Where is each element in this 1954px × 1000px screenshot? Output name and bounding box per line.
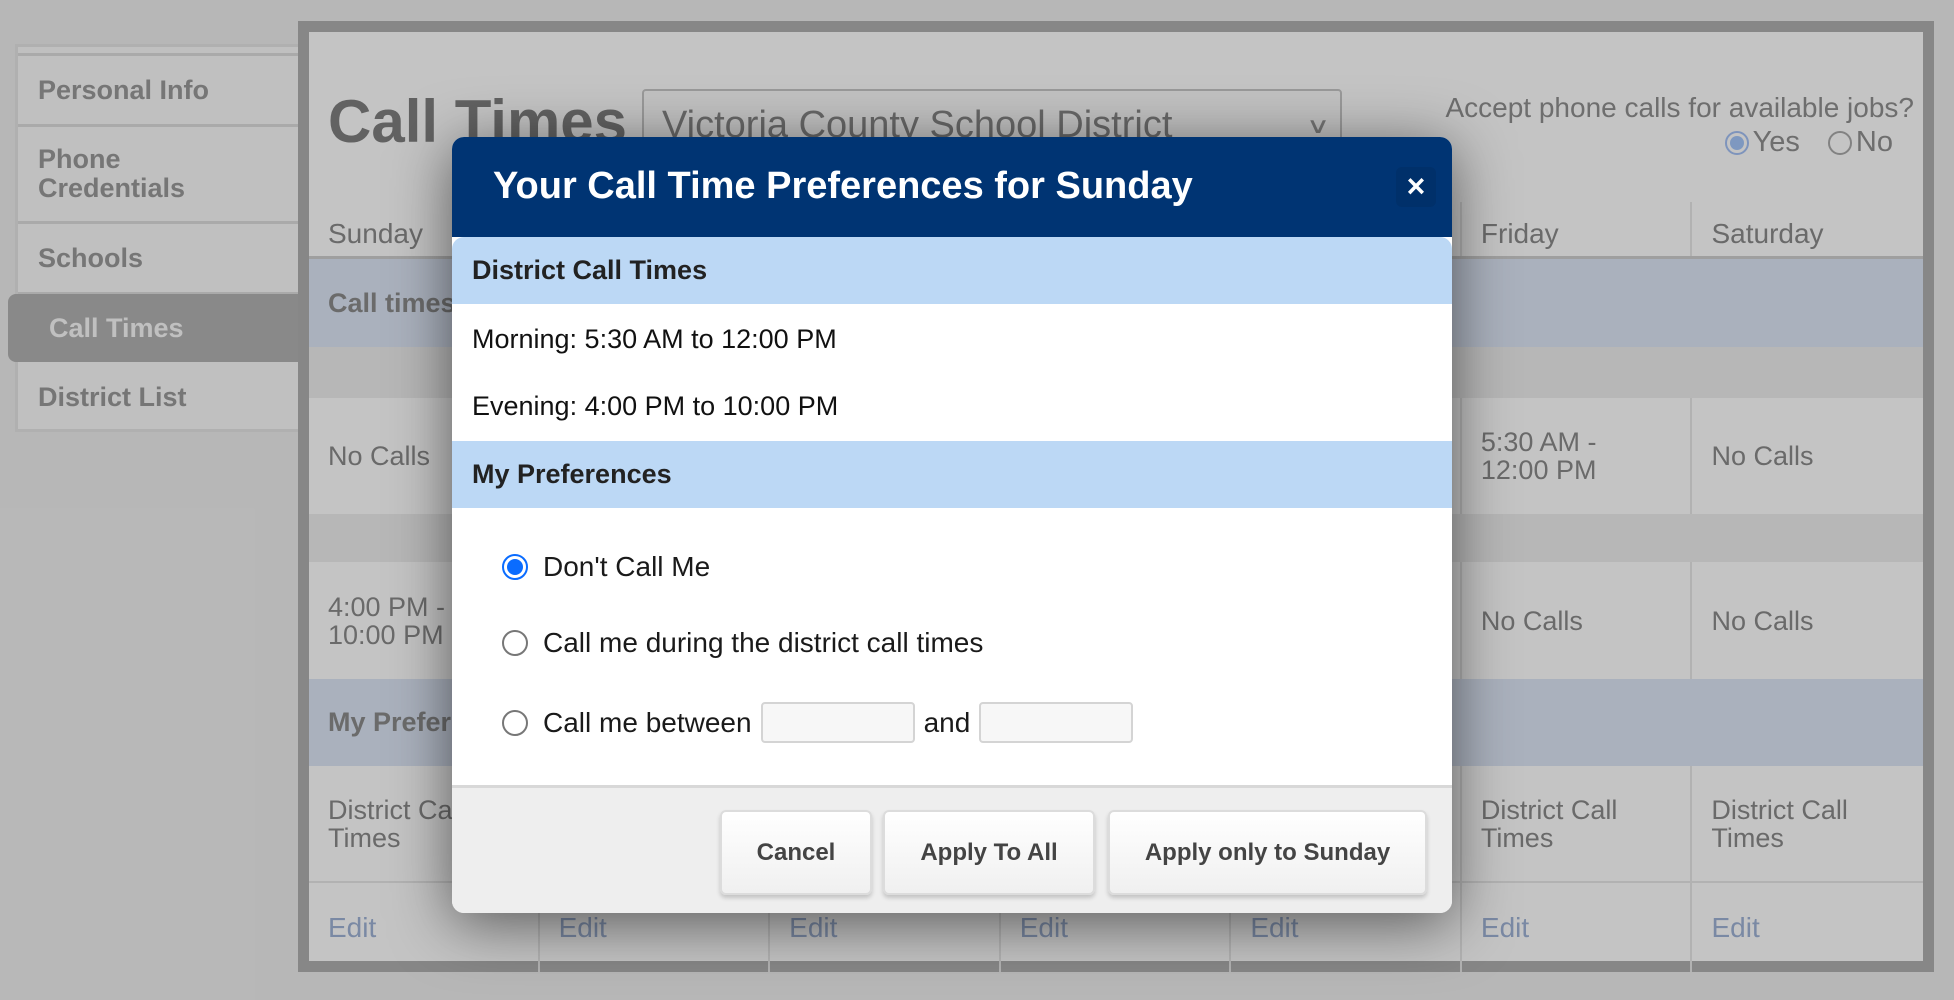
dialog-header: Your Call Time Preferences for Sunday ×	[452, 137, 1452, 237]
close-icon: ×	[1406, 168, 1426, 204]
start-time-input[interactable]	[760, 702, 915, 743]
radio-district-times[interactable]	[502, 630, 528, 656]
dialog-title: Your Call Time Preferences for Sunday	[493, 165, 1193, 207]
option-custom-range: Call me between and	[502, 702, 1142, 743]
my-preferences-heading: My Preferences	[452, 441, 1452, 508]
apply-only-sunday-button[interactable]: Apply only to Sunday	[1108, 810, 1427, 895]
call-time-preferences-dialog: Your Call Time Preferences for Sunday × …	[452, 137, 1452, 913]
option-custom-range-label: Call me between	[543, 706, 752, 738]
district-morning-times: Morning: 5:30 AM to 12:00 PM	[472, 324, 837, 354]
cancel-button[interactable]: Cancel	[720, 810, 872, 895]
option-dont-call-label: Don't Call Me	[543, 551, 711, 582]
radio-custom-range[interactable]	[502, 709, 528, 736]
apply-to-all-button[interactable]: Apply To All	[883, 810, 1095, 895]
option-district-times-label: Call me during the district call times	[543, 627, 984, 658]
option-district-times[interactable]: Call me during the district call times	[502, 627, 983, 659]
radio-dont-call[interactable]	[502, 554, 528, 580]
option-dont-call[interactable]: Don't Call Me	[502, 551, 710, 583]
district-evening-times: Evening: 4:00 PM to 10:00 PM	[472, 391, 839, 421]
close-button[interactable]: ×	[1396, 167, 1436, 207]
district-call-times-heading: District Call Times	[452, 237, 1452, 304]
end-time-input[interactable]	[979, 702, 1134, 743]
dialog-footer: Cancel Apply To All Apply only to Sunday	[452, 785, 1452, 913]
and-label: and	[923, 706, 971, 738]
